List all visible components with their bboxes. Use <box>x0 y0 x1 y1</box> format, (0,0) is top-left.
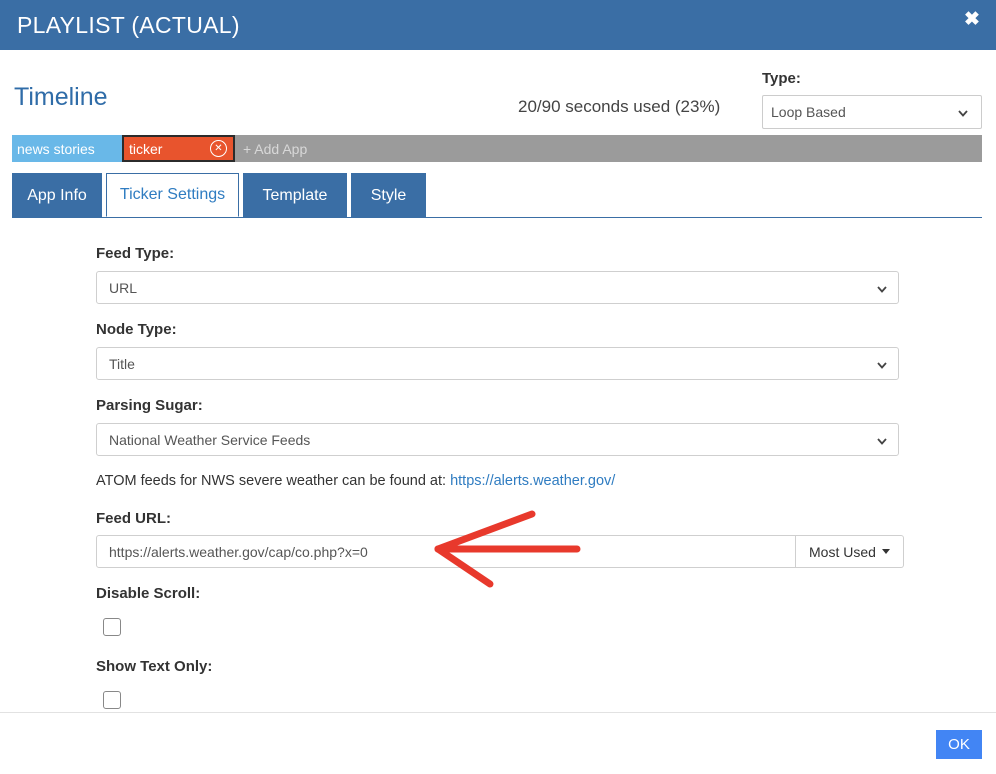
node-type-label: Node Type: <box>96 321 177 338</box>
show-text-only-checkbox[interactable] <box>103 691 121 709</box>
show-text-only-label: Show Text Only: <box>96 658 213 675</box>
tab-label: App Info <box>27 186 87 204</box>
close-icon[interactable]: ✖ <box>959 6 985 32</box>
parsing-sugar-select[interactable]: National Weather Service Feeds <box>96 423 899 456</box>
nws-alerts-link[interactable]: https://alerts.weather.gov/ <box>450 473 615 489</box>
type-label: Type: <box>762 70 801 87</box>
most-used-label: Most Used <box>809 543 876 560</box>
tab-style[interactable]: Style <box>351 173 426 217</box>
most-used-dropdown-button[interactable]: Most Used <box>796 535 904 568</box>
ok-button[interactable]: OK <box>936 730 982 759</box>
caret-down-icon <box>881 549 890 554</box>
app-chip-news-stories[interactable]: news stories <box>12 135 122 162</box>
tab-ticker-settings[interactable]: Ticker Settings <box>106 173 239 217</box>
circle-x-icon[interactable]: ✕ <box>210 140 227 157</box>
footer-divider <box>0 712 996 713</box>
timeline-summary: Timeline 20/90 seconds used (23%) Type: … <box>0 62 996 129</box>
add-app-button[interactable]: + Add App <box>235 135 307 162</box>
disable-scroll-label: Disable Scroll: <box>96 585 201 602</box>
tab-template[interactable]: Template <box>243 173 347 217</box>
app-strip: news stories ticker ✕ + Add App <box>12 135 982 162</box>
tab-label: Style <box>370 186 407 204</box>
node-type-select[interactable]: Title <box>96 347 899 380</box>
timeline-heading: Timeline <box>14 83 108 111</box>
app-chip-label: ticker <box>129 140 163 157</box>
tab-label: Ticker Settings <box>119 186 226 203</box>
nws-help-text: ATOM feeds for NWS severe weather can be… <box>96 473 615 489</box>
modal-header: PLAYLIST (ACTUAL) ✖ <box>0 0 996 50</box>
page-title: PLAYLIST (ACTUAL) <box>17 11 240 38</box>
feed-url-label: Feed URL: <box>96 510 171 527</box>
feed-type-label: Feed Type: <box>96 245 175 262</box>
feed-url-input[interactable] <box>96 535 796 568</box>
tab-app-info[interactable]: App Info <box>12 173 102 217</box>
parsing-sugar-label: Parsing Sugar: <box>96 397 203 414</box>
tab-label: Template <box>262 186 328 204</box>
tabbar: App Info Ticker Settings Template Style <box>12 173 982 218</box>
feed-type-select[interactable]: URL <box>96 271 899 304</box>
app-chip-label: news stories <box>17 140 95 157</box>
help-text-prefix: ATOM feeds for NWS severe weather can be… <box>96 473 451 489</box>
disable-scroll-checkbox[interactable] <box>103 618 121 636</box>
playlist-type-select[interactable]: Loop Based <box>762 95 982 129</box>
seconds-used-status: 20/90 seconds used (23%) <box>518 97 721 116</box>
app-chip-ticker[interactable]: ticker ✕ <box>122 135 235 162</box>
